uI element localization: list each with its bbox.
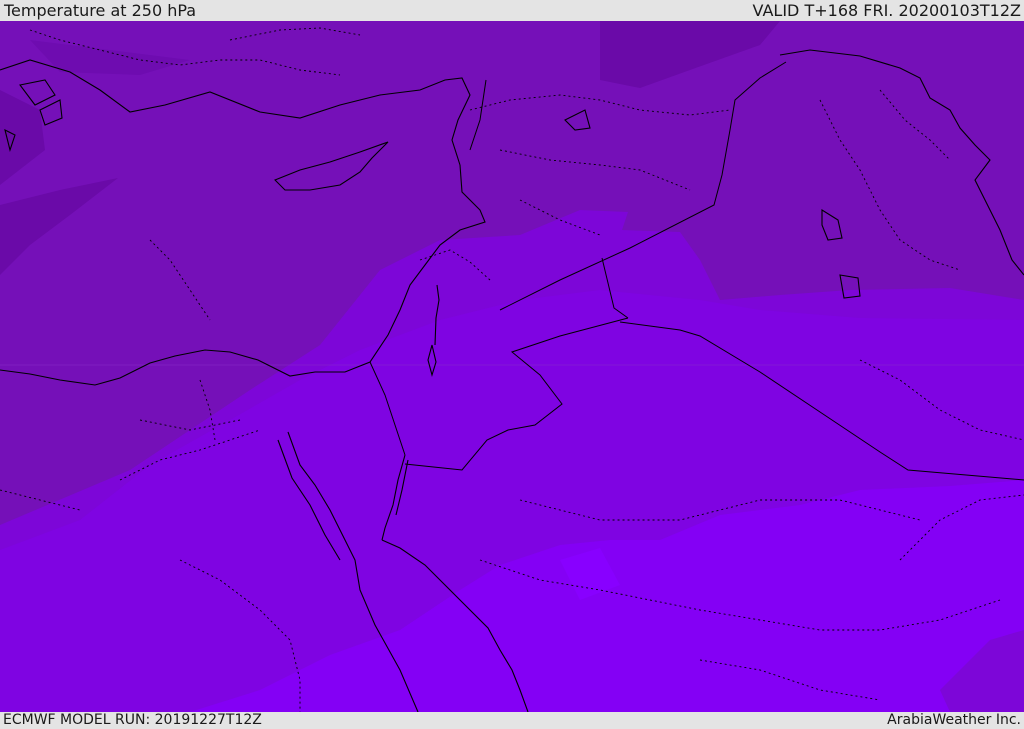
- header-bar: Temperature at 250 hPa VALID T+168 FRI. …: [0, 0, 1024, 21]
- valid-time-label: VALID T+168 FRI. 20200103T12Z: [752, 1, 1021, 20]
- model-run-label: ECMWF MODEL RUN: 20191227T12Z: [3, 712, 262, 728]
- temperature-map[interactable]: [0, 21, 1024, 712]
- footer-bar: ECMWF MODEL RUN: 20191227T12Z ArabiaWeat…: [0, 712, 1024, 729]
- map-title: Temperature at 250 hPa: [4, 1, 197, 20]
- map-canvas: [0, 21, 1024, 712]
- credit-label: ArabiaWeather Inc.: [887, 712, 1021, 728]
